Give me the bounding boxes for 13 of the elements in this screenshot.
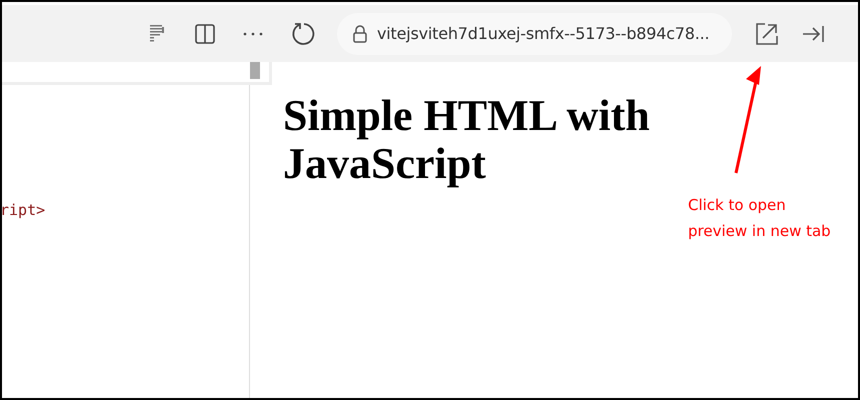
reader-icon[interactable] [149,24,167,44]
reload-icon[interactable] [291,20,317,46]
split-view-icon[interactable] [195,24,215,44]
address-bar[interactable]: vitejsviteh7d1uxej-smfx--5173--b894c78... [337,12,732,54]
address-text: vitejsviteh7d1uxej-smfx--5173--b894c78... [377,24,710,43]
open-in-new-tab-icon[interactable] [756,22,778,44]
lock-icon [353,24,367,42]
scrollbar-thumb[interactable] [250,62,260,79]
more-icon[interactable] [243,32,263,36]
annotation-text: Click to open preview in new tab [688,195,832,242]
code-line: ript> [2,201,46,219]
collapse-icon[interactable] [802,24,824,42]
preview-heading: Simple HTML with JavaScript [283,92,651,188]
